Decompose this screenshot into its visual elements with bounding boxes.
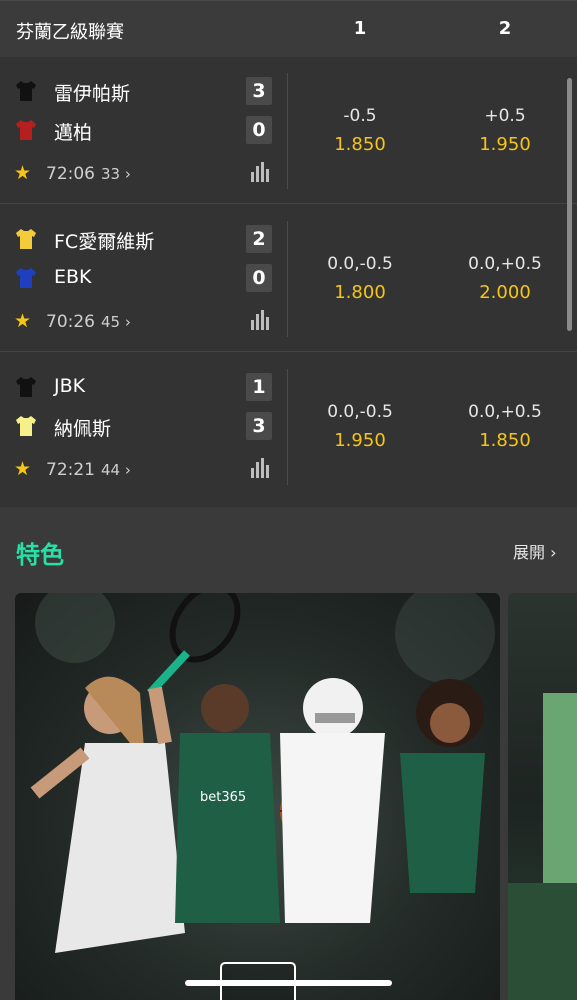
more-markets-count: 44 [101,461,121,479]
odds-price: 1.950 [479,134,531,155]
star-icon[interactable]: ★ [14,311,31,331]
featured-title: 特色 [16,541,64,569]
home-team-name: JBK [54,375,86,397]
match-list: 雷伊帕斯 3 邁柏 0 ★ 72:06 33 › -0.5 1.850 +0.5… [0,57,577,507]
expand-link[interactable]: 展開 › [513,539,557,563]
odds-price: 1.950 [334,430,386,451]
home-team-name: FC愛爾維斯 [54,231,155,253]
promo-athletes-illustration: bet365 [30,593,495,953]
away-shirt-icon [16,120,36,140]
star-icon[interactable]: ★ [14,459,31,479]
odds-line: 0.0,+0.5 [468,402,542,422]
match-row[interactable]: 雷伊帕斯 3 邁柏 0 ★ 72:06 33 › -0.5 1.850 +0.5… [0,57,577,204]
away-team-name: 邁柏 [54,122,93,144]
divider [287,221,288,337]
away-team-row: EBK 0 [14,264,276,294]
odds-cell-2[interactable]: +0.5 1.950 [445,102,565,160]
odds-price: 2.000 [479,282,531,303]
odds-cell-1[interactable]: 0.0,-0.5 1.800 [300,250,420,308]
home-shirt-icon [16,81,36,101]
more-markets-count: 33 [101,165,121,183]
match-meta: ★ 72:06 33 › [14,162,276,186]
stadium-image [508,693,577,1000]
stats-icon[interactable] [250,310,270,330]
match-row[interactable]: FC愛爾維斯 2 EBK 0 ★ 70:26 45 › 0.0,-0.5 1.8… [0,205,577,352]
away-shirt-icon [16,268,36,288]
more-markets-link[interactable]: 33 › [101,165,131,183]
match-meta: ★ 70:26 45 › [14,310,276,334]
odds-line: 0.0,-0.5 [327,254,393,274]
promo-card[interactable]: bet365 [15,593,500,1000]
odds-cell-2[interactable]: 0.0,+0.5 2.000 [445,250,565,308]
divider [287,73,288,189]
odds-price: 1.850 [479,430,531,451]
away-team-name: EBK [54,266,92,288]
match-row[interactable]: JBK 1 納佩斯 3 ★ 72:21 44 › 0.0,-0.5 1.950 [0,353,577,500]
odds-line: +0.5 [484,106,526,126]
home-team-name: 雷伊帕斯 [54,83,131,105]
more-markets-count: 45 [101,313,121,331]
featured-section: 特色 展開 › bet365 [0,507,577,1000]
league-title: 芬蘭乙級聯賽 [16,22,124,43]
home-team-row: 雷伊帕斯 3 [14,77,276,107]
divider [287,369,288,485]
away-shirt-icon [16,416,36,436]
odds-line: -0.5 [343,106,377,126]
home-score: 3 [246,77,272,105]
away-score: 0 [246,116,272,144]
match-clock: 72:06 [46,164,95,184]
column-header-1: 1 [353,18,367,39]
odds-price: 1.800 [334,282,386,303]
away-score: 3 [246,412,272,440]
promo-card-next[interactable] [508,593,577,1000]
home-indicator[interactable] [185,980,392,986]
promo-brand: bet365 [200,790,246,805]
away-team-row: 邁柏 0 [14,116,276,146]
odds-line: 0.0,-0.5 [327,402,393,422]
match-meta: ★ 72:21 44 › [14,458,276,482]
home-score: 1 [246,373,272,401]
scrollbar[interactable] [567,78,572,331]
odds-line: 0.0,+0.5 [468,254,542,274]
match-clock: 70:26 [46,312,95,332]
home-shirt-icon [16,377,36,397]
odds-price: 1.850 [334,134,386,155]
home-team-row: FC愛爾維斯 2 [14,225,276,255]
odds-cell-1[interactable]: 0.0,-0.5 1.950 [300,398,420,456]
star-icon[interactable]: ★ [14,163,31,183]
more-markets-link[interactable]: 45 › [101,313,131,331]
stats-icon[interactable] [250,458,270,478]
away-team-name: 納佩斯 [54,418,112,440]
league-header: 芬蘭乙級聯賽 1 2 [0,0,577,57]
more-markets-link[interactable]: 44 › [101,461,131,479]
match-clock: 72:21 [46,460,95,480]
odds-cell-2[interactable]: 0.0,+0.5 1.850 [445,398,565,456]
home-score: 2 [246,225,272,253]
column-header-2: 2 [498,18,512,39]
home-shirt-icon [16,229,36,249]
odds-cell-1[interactable]: -0.5 1.850 [300,102,420,160]
away-team-row: 納佩斯 3 [14,412,276,442]
stats-icon[interactable] [250,162,270,182]
away-score: 0 [246,264,272,292]
home-team-row: JBK 1 [14,373,276,403]
